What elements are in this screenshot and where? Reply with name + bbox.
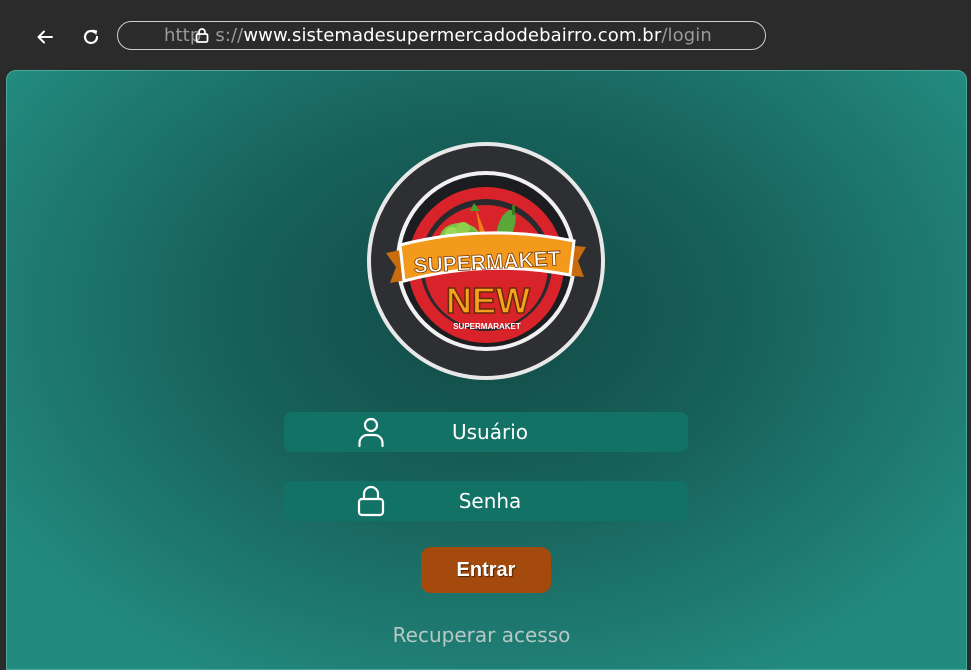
url-scheme-tail: s://: [215, 25, 244, 46]
supermarket-logo: SUPERMAKET NEW SUPERMARAKET: [366, 141, 606, 381]
address-bar[interactable]: http s://www.sistemadesupermercadodebairr…: [117, 21, 766, 50]
login-button[interactable]: Entrar: [421, 547, 551, 593]
url-path: /login: [661, 25, 712, 46]
username-field[interactable]: Usuário: [284, 412, 688, 452]
reload-icon: [83, 29, 99, 45]
browser-toolbar: http s://www.sistemadesupermercadodebairr…: [0, 0, 971, 70]
logo-sub-text: SUPERMARAKET: [453, 322, 521, 331]
back-button[interactable]: [32, 24, 58, 50]
username-placeholder: Usuário: [451, 420, 528, 444]
password-placeholder: Senha: [458, 489, 522, 513]
login-page: SUPERMAKET NEW SUPERMARAKET Usuário Senh…: [6, 70, 967, 670]
reload-button[interactable]: [78, 24, 104, 50]
lock-icon: [195, 28, 209, 43]
logo-main-text: NEW: [446, 280, 530, 321]
recover-access-link[interactable]: Recuperar acesso: [7, 623, 956, 647]
password-field[interactable]: Senha: [284, 481, 688, 521]
url-host: www.sistemadesupermercadodebairro.com.br: [243, 25, 662, 46]
arrow-left-icon: [37, 30, 53, 44]
